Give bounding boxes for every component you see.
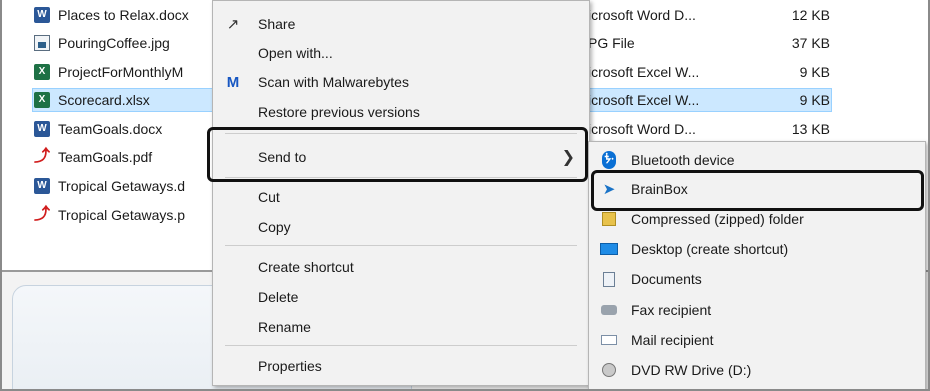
submenu-item-label: Compressed (zipped) folder: [631, 211, 804, 227]
submenu-item-label: DVD RW Drive (D:): [631, 362, 752, 378]
menu-item-open-with[interactable]: Open with...: [213, 38, 589, 68]
file-size: 12 KB: [791, 7, 830, 23]
excel-file-icon: [34, 64, 50, 80]
file-size: 9 KB: [799, 64, 830, 80]
malwarebytes-icon: M: [226, 73, 240, 91]
file-row[interactable]: ⤴ Tropical Getaways.p: [34, 203, 185, 227]
file-row[interactable]: TeamGoals.docx: [34, 117, 162, 141]
file-name: TeamGoals.docx: [58, 121, 163, 137]
file-size: 13 KB: [791, 121, 830, 137]
submenu-item-label: Desktop (create shortcut): [631, 241, 789, 257]
word-doc-icon: [34, 178, 50, 194]
fax-icon: [599, 300, 619, 320]
menu-separator: [225, 345, 577, 346]
bluetooth-icon: ᙽ: [599, 150, 619, 170]
mail-icon: [599, 330, 619, 350]
menu-separator: [225, 245, 577, 246]
word-doc-icon: [34, 121, 50, 137]
file-name: Tropical Getaways.d: [58, 178, 186, 194]
documents-icon: [599, 269, 619, 289]
submenu-item-label: Fax recipient: [631, 302, 712, 318]
file-type: icrosoft Excel W...: [588, 92, 700, 108]
menu-item-cut[interactable]: Cut: [213, 182, 589, 212]
menu-item-label: Delete: [258, 289, 299, 305]
share-icon: ↗: [226, 16, 240, 33]
menu-item-delete[interactable]: Delete: [213, 282, 589, 312]
file-row[interactable]: Places to Relax.docx: [34, 3, 189, 27]
pdf-file-icon: ⤴: [34, 206, 51, 223]
dvd-drive-icon: [599, 360, 619, 380]
file-name: ProjectForMonthlyM: [58, 64, 184, 80]
file-type: PG File: [588, 35, 635, 51]
menu-item-rename[interactable]: Rename: [213, 312, 589, 342]
submenu-item-desktop[interactable]: Desktop (create shortcut): [589, 234, 925, 264]
menu-item-label: Cut: [258, 189, 280, 205]
menu-item-label: Restore previous versions: [258, 104, 420, 120]
jpg-file-icon: [34, 35, 50, 51]
file-name: PouringCoffee.jpg: [58, 35, 170, 51]
file-size: 37 KB: [791, 35, 830, 51]
file-name: TeamGoals.pdf: [58, 149, 153, 165]
zip-folder-icon: [599, 209, 619, 229]
submenu-item-mail[interactable]: Mail recipient: [589, 325, 925, 355]
submenu-item-label: Mail recipient: [631, 332, 714, 348]
pdf-file-icon: ⤴: [34, 148, 51, 165]
menu-item-label: Properties: [258, 358, 322, 374]
desktop-icon: [599, 239, 619, 259]
menu-item-label: Rename: [258, 319, 311, 335]
file-size: 9 KB: [799, 92, 830, 108]
menu-item-label: Copy: [258, 219, 291, 235]
file-type: icrosoft Excel W...: [588, 64, 700, 80]
menu-item-copy[interactable]: Copy: [213, 212, 589, 242]
menu-item-label: Create shortcut: [258, 259, 354, 275]
file-type: icrosoft Word D...: [588, 7, 696, 23]
file-name: Tropical Getaways.p: [58, 207, 186, 223]
file-row[interactable]: ProjectForMonthlyM: [34, 60, 183, 84]
menu-item-share[interactable]: ↗ Share: [213, 9, 589, 39]
menu-item-label: Share: [258, 16, 296, 32]
menu-item-label: Scan with Malwarebytes: [258, 74, 409, 90]
brainbox-highlight-box: [591, 170, 924, 211]
submenu-item-label: Documents: [631, 271, 702, 287]
file-row[interactable]: Tropical Getaways.d: [34, 174, 185, 198]
screenshot-frame: Places to Relax.docx PouringCoffee.jpg P…: [0, 0, 930, 391]
menu-item-properties[interactable]: Properties: [213, 351, 589, 381]
submenu-item-dvd[interactable]: DVD RW Drive (D:): [589, 355, 925, 385]
excel-file-icon: [34, 92, 50, 108]
file-row[interactable]: Scorecard.xlsx: [34, 88, 150, 112]
file-row[interactable]: PouringCoffee.jpg: [34, 31, 170, 55]
file-name: Scorecard.xlsx: [58, 92, 150, 108]
menu-item-scan-malwarebytes[interactable]: M Scan with Malwarebytes: [213, 67, 589, 97]
menu-item-label: Open with...: [258, 45, 333, 61]
menu-item-restore-versions[interactable]: Restore previous versions: [213, 97, 589, 127]
submenu-item-label: Bluetooth device: [631, 152, 735, 168]
file-type: icrosoft Word D...: [588, 121, 696, 137]
submenu-item-documents[interactable]: Documents: [589, 264, 925, 294]
menu-item-create-shortcut[interactable]: Create shortcut: [213, 252, 589, 282]
submenu-item-fax[interactable]: Fax recipient: [589, 295, 925, 325]
word-doc-icon: [34, 7, 50, 23]
file-row[interactable]: ⤴ TeamGoals.pdf: [34, 145, 152, 169]
send-to-highlight-box: [207, 127, 588, 182]
context-menu: ↗ Share Open with... M Scan with Malware…: [212, 0, 590, 386]
file-name: Places to Relax.docx: [58, 7, 189, 23]
